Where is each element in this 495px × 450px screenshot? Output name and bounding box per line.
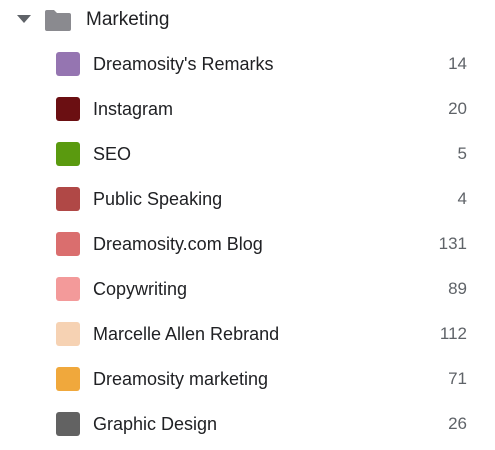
label-row[interactable]: Dreamosity.com Blog 131 <box>0 222 495 267</box>
label-name: Instagram <box>93 99 174 119</box>
label-count: 4 <box>457 189 467 208</box>
folder-icon <box>45 10 71 31</box>
label-color-swatch <box>56 142 80 166</box>
label-name: Public Speaking <box>93 189 223 209</box>
label-count: 26 <box>448 414 467 433</box>
label-color-swatch <box>56 277 80 301</box>
label-count: 71 <box>448 369 467 388</box>
label-row[interactable]: Public Speaking 4 <box>0 177 495 222</box>
label-row[interactable]: Instagram 20 <box>0 87 495 132</box>
label-row[interactable]: Dreamosity marketing 71 <box>0 357 495 402</box>
label-color-swatch <box>56 322 80 346</box>
label-color-swatch <box>56 97 80 121</box>
label-row[interactable]: Copywriting 89 <box>0 267 495 312</box>
label-tree: Marketing Dreamosity's Remarks 14 Instagra… <box>0 0 495 450</box>
label-name: Graphic Design <box>93 414 218 434</box>
label-name: Dreamosity.com Blog <box>93 234 263 254</box>
folder-row-marketing[interactable]: Marketing <box>0 0 495 40</box>
label-color-swatch <box>56 52 80 76</box>
label-count: 14 <box>448 54 467 73</box>
label-color-swatch <box>56 232 80 256</box>
label-count: 5 <box>457 144 467 163</box>
label-row[interactable]: Marcelle Allen Rebrand 112 <box>0 312 495 357</box>
folder-label: Marketing <box>86 9 170 30</box>
label-count: 20 <box>448 99 467 118</box>
label-color-swatch <box>56 187 80 211</box>
label-count: 89 <box>448 279 467 298</box>
label-name: SEO <box>93 144 132 164</box>
label-row[interactable]: SEO 5 <box>0 132 495 177</box>
label-row[interactable]: Graphic Design 26 <box>0 402 495 447</box>
label-color-swatch <box>56 367 80 391</box>
label-name: Copywriting <box>93 279 188 299</box>
label-name: Dreamosity's Remarks <box>93 54 274 74</box>
label-row[interactable]: Dreamosity's Remarks 14 <box>0 42 495 87</box>
caret-down-icon[interactable] <box>17 15 31 23</box>
label-color-swatch <box>56 412 80 436</box>
label-name: Marcelle Allen Rebrand <box>93 324 280 344</box>
label-name: Dreamosity marketing <box>93 369 269 389</box>
label-count: 112 <box>439 324 467 343</box>
label-count: 131 <box>438 234 467 253</box>
